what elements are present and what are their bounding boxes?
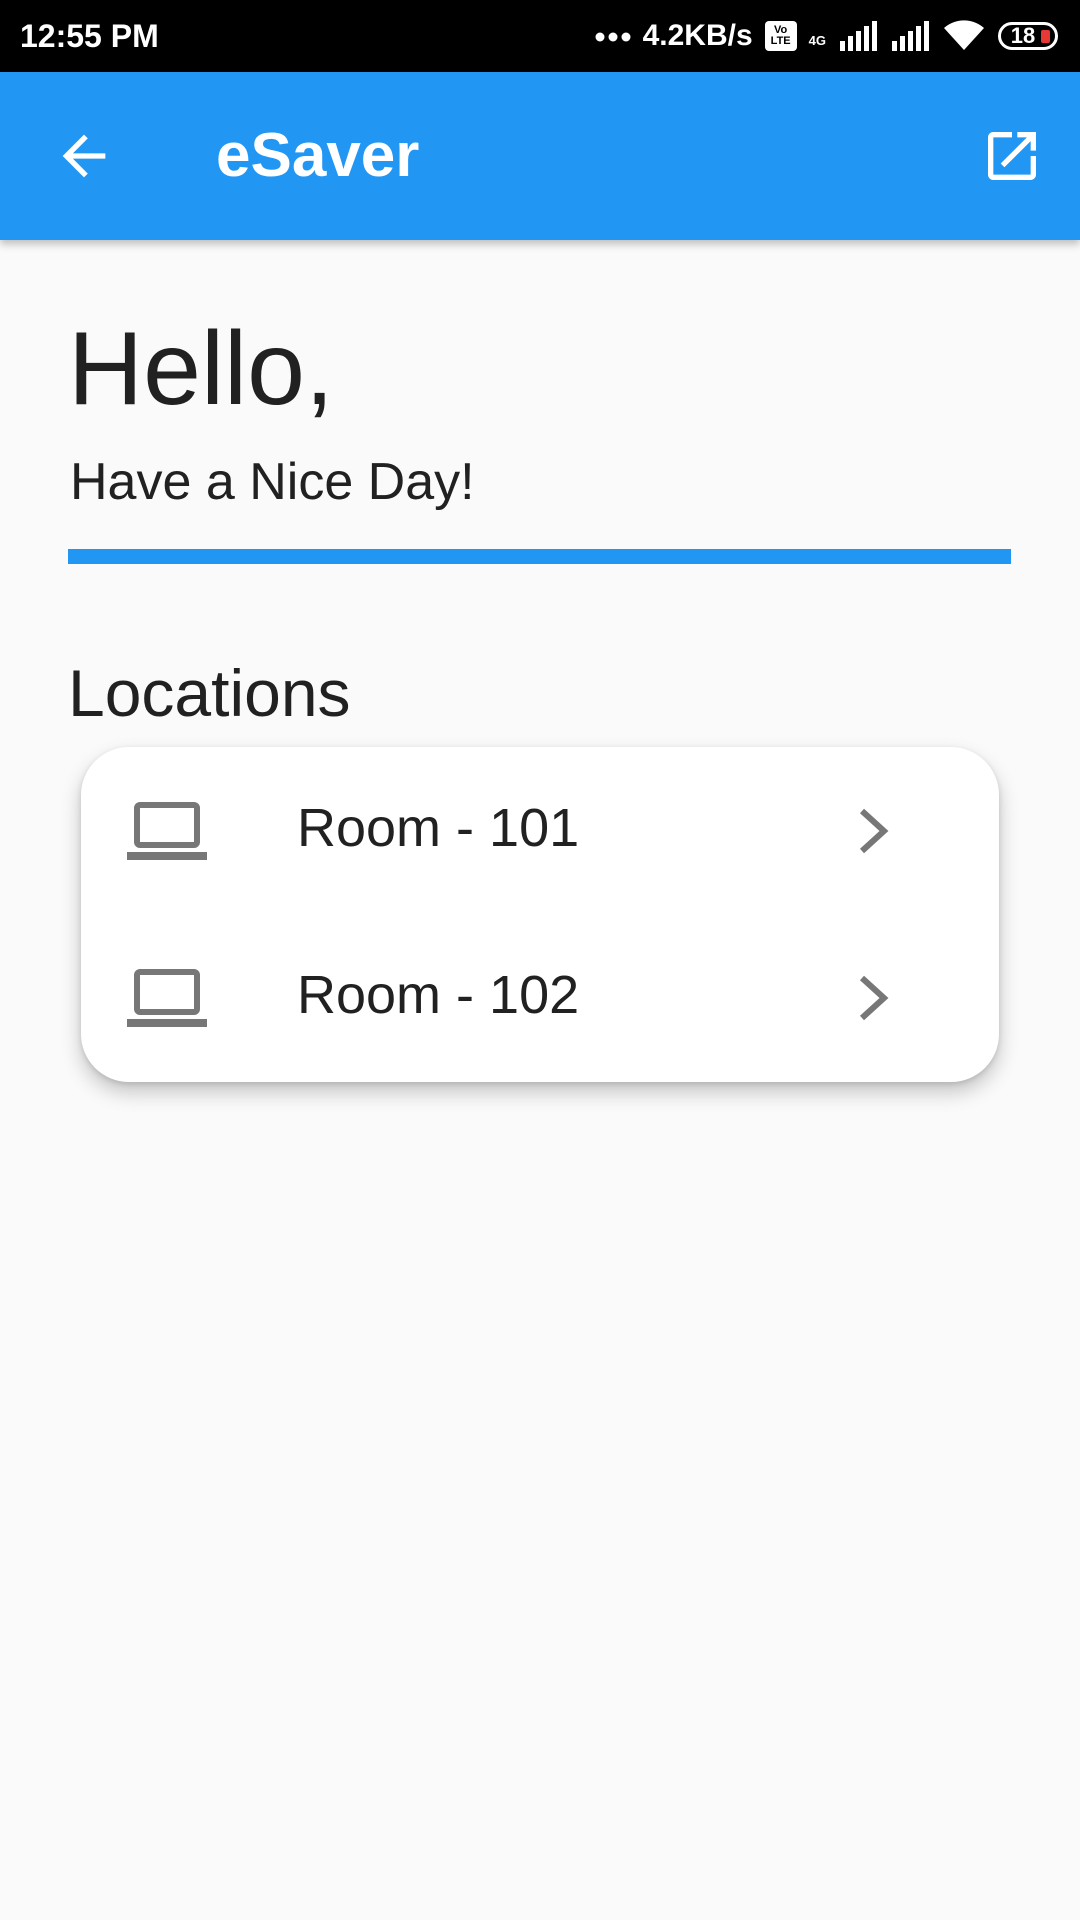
signal-icon-2 [892, 21, 929, 51]
chevron-right-icon [859, 975, 889, 1021]
more-dots-icon [595, 32, 631, 42]
greeting-subtitle: Have a Nice Day! [70, 453, 475, 511]
laptop-icon [127, 802, 207, 860]
status-icons: 4.2KB/s Vo LTE 4G 18 [595, 19, 1058, 53]
back-button[interactable] [52, 124, 116, 188]
header-divider [68, 549, 1011, 564]
wifi-icon [944, 20, 984, 50]
greeting-title: Hello, [68, 311, 334, 427]
locations-card: Room - 101 Room - 102 [81, 747, 999, 1082]
location-label: Room - 101 [297, 798, 580, 858]
location-item-room-102[interactable]: Room - 102 [81, 914, 999, 1082]
signal-icon [840, 21, 877, 51]
network-speed: 4.2KB/s [642, 19, 753, 52]
locations-title: Locations [68, 656, 351, 730]
location-label: Room - 102 [297, 965, 580, 1025]
location-item-room-101[interactable]: Room - 101 [81, 747, 999, 915]
open-in-new-icon [988, 132, 1036, 180]
network-type: 4G [808, 33, 826, 48]
app-bar: eSaver [0, 72, 1080, 240]
status-time: 12:55 PM [20, 17, 159, 54]
chevron-right-icon [859, 808, 889, 854]
open-external-button[interactable] [980, 124, 1044, 188]
laptop-icon [127, 969, 207, 1027]
app-title: eSaver [216, 121, 420, 190]
battery-icon: 18 [998, 22, 1058, 50]
status-bar: 12:55 PM 4.2KB/s Vo LTE 4G 18 [0, 0, 1080, 72]
volte-icon: Vo LTE [764, 21, 797, 51]
arrow-left-icon [62, 134, 106, 178]
